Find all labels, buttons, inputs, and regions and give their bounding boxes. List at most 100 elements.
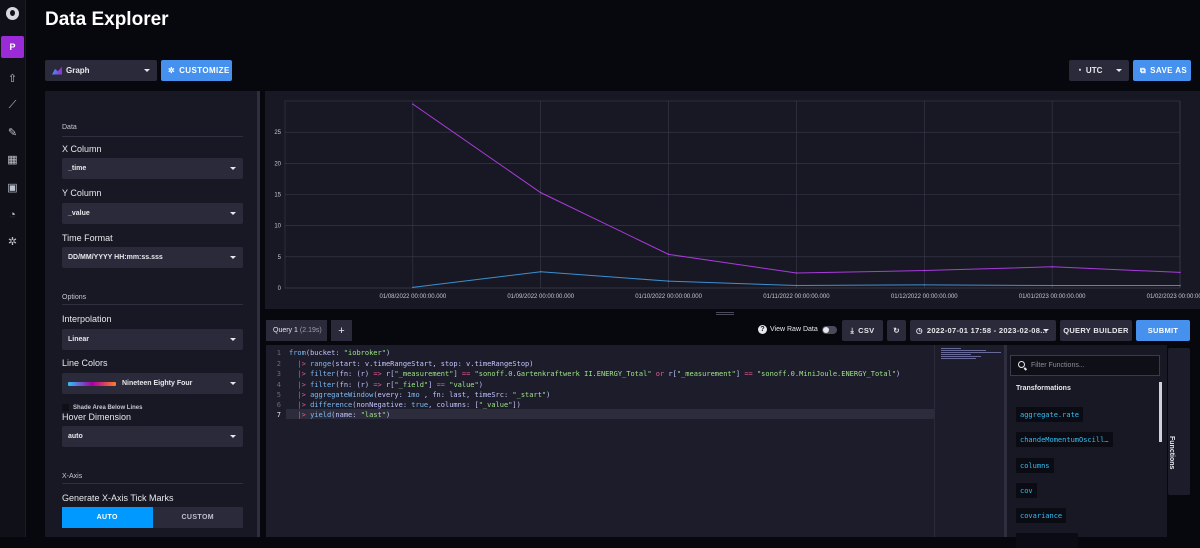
y-tick-label: 5 bbox=[278, 255, 282, 261]
filter-functions-input[interactable]: Filter Functions... bbox=[1010, 355, 1160, 376]
code-line: from(bucket: "iobroker") bbox=[289, 349, 391, 357]
time-range-dropdown[interactable]: ◷ 2022-07-01 17:58 - 2023-02-08... bbox=[910, 320, 1056, 341]
dashboard-icon[interactable]: ▦ bbox=[6, 153, 19, 166]
query-tab[interactable]: Query 1 (2.19s) bbox=[266, 320, 327, 341]
auto-toggle-button[interactable]: AUTO bbox=[62, 507, 153, 528]
customize-button[interactable]: ✲ CUSTOMIZE bbox=[161, 60, 232, 81]
save-as-button[interactable]: ⧉ SAVE AS bbox=[1133, 60, 1191, 81]
checkbox-box bbox=[62, 404, 69, 411]
custom-toggle-button[interactable]: CUSTOM bbox=[152, 507, 243, 528]
csv-button[interactable]: ⤓ CSV bbox=[842, 320, 883, 341]
functions-tab[interactable]: Functions bbox=[1168, 348, 1190, 495]
line-colors-dropdown[interactable]: Nineteen Eighty Four bbox=[62, 373, 243, 394]
time-format-value: DD/MM/YYYY HH:mm:ss.sss bbox=[68, 254, 163, 261]
submit-button[interactable]: SUBMIT bbox=[1136, 320, 1190, 341]
filter-functions-placeholder: Filter Functions... bbox=[1031, 362, 1085, 369]
options-section-heading: Options bbox=[62, 294, 87, 301]
editor-minimap[interactable] bbox=[934, 345, 1004, 537]
data-point bbox=[923, 284, 926, 286]
refresh-button[interactable]: ↻ bbox=[887, 320, 906, 341]
shade-area-checkbox[interactable]: Shade Area Below Lines bbox=[62, 404, 142, 411]
view-raw-data-toggle[interactable]: ? View Raw Data bbox=[758, 325, 837, 334]
customize-panel: Data X Column _time Y Column _value Time… bbox=[45, 91, 260, 537]
gear-icon: ✲ bbox=[168, 66, 176, 75]
page-title: Data Explorer bbox=[45, 9, 169, 30]
code-line: |> difference(nonNegative: true, columns… bbox=[297, 401, 521, 409]
nav-border bbox=[25, 0, 26, 537]
section-divider bbox=[62, 304, 243, 305]
add-query-button[interactable]: + bbox=[331, 320, 352, 341]
chevron-down-icon bbox=[230, 167, 236, 170]
graph-icon bbox=[52, 66, 62, 75]
interpolation-dropdown[interactable]: Linear bbox=[62, 329, 243, 350]
resize-handle[interactable] bbox=[716, 312, 734, 315]
query-tab-label: Query 1 bbox=[273, 327, 298, 334]
minimap-line bbox=[941, 348, 961, 349]
y-tick-label: 15 bbox=[274, 193, 281, 199]
y-column-dropdown[interactable]: _value bbox=[62, 203, 243, 224]
function-item[interactable]: chandeMomentumOscill… bbox=[1016, 432, 1113, 447]
org-avatar[interactable]: P bbox=[1, 36, 24, 58]
graph-panel: 01/08/2022 00:00:00.000 01/09/2022 00:00:… bbox=[265, 91, 1200, 309]
interpolation-label: Interpolation bbox=[62, 314, 112, 324]
minimap-line bbox=[941, 358, 976, 359]
x-tick-label: 01/12/2022 00:00:00.000 bbox=[891, 294, 958, 300]
panel-resize-handle[interactable] bbox=[258, 91, 260, 537]
toggle-switch[interactable] bbox=[821, 325, 837, 334]
line-number: 1 bbox=[276, 349, 281, 357]
logo-icon[interactable] bbox=[6, 7, 19, 20]
time-format-dropdown[interactable]: DD/MM/YYYY HH:mm:ss.sss bbox=[62, 247, 243, 268]
query-builder-button[interactable]: QUERY BUILDER bbox=[1060, 320, 1132, 341]
x-tick-label: 01/01/2023 00:00:00.000 bbox=[1019, 294, 1086, 300]
x-column-label: X Column bbox=[62, 144, 102, 154]
visualization-type-dropdown[interactable]: Graph bbox=[45, 60, 157, 81]
pin-icon: ⬝ bbox=[1079, 66, 1081, 74]
timezone-dropdown[interactable]: ⬝ UTC bbox=[1069, 60, 1129, 81]
bell-icon[interactable]: ◔ bbox=[6, 208, 19, 221]
gear-icon[interactable]: ✲ bbox=[6, 235, 19, 248]
transformations-heading: Transformations bbox=[1016, 385, 1071, 392]
time-range-label: 2022-07-01 17:58 - 2023-02-08... bbox=[926, 326, 1048, 335]
x-column-value: _time bbox=[68, 165, 87, 172]
flux-editor[interactable]: 1 2 3 4 5 6 7 from(bucket: "iobroker") |… bbox=[266, 345, 934, 537]
x-tick-label: 01/11/2022 00:00:00.000 bbox=[763, 294, 830, 300]
function-item[interactable]: aggregate.rate bbox=[1016, 407, 1084, 422]
interpolation-value: Linear bbox=[68, 336, 90, 343]
y-tick-label: 20 bbox=[274, 161, 281, 167]
function-item[interactable]: cov bbox=[1016, 483, 1037, 498]
data-point bbox=[667, 280, 670, 282]
refresh-icon: ↻ bbox=[893, 326, 900, 335]
code-line: |> filter(fn: (r) => r["_field"] == "val… bbox=[297, 381, 483, 389]
upload-icon[interactable]: ⇧ bbox=[6, 72, 19, 85]
hover-dimension-value: auto bbox=[68, 433, 83, 440]
y-tick-label: 25 bbox=[274, 130, 281, 136]
x-column-dropdown[interactable]: _time bbox=[62, 158, 243, 179]
help-icon: ? bbox=[758, 325, 767, 334]
hover-dimension-dropdown[interactable]: auto bbox=[62, 426, 243, 447]
function-item[interactable]: columns bbox=[1016, 458, 1054, 473]
minimap-line bbox=[941, 352, 1001, 353]
x-tick-label: 01/08/2022 00:00:00.000 bbox=[379, 294, 446, 300]
x-tick-label: 01/09/2022 00:00:00.000 bbox=[507, 294, 574, 300]
x-tick-label: 01/10/2022 00:00:00.000 bbox=[635, 294, 702, 300]
view-raw-data-label: View Raw Data bbox=[770, 326, 818, 333]
functions-scrollbar[interactable] bbox=[1159, 382, 1162, 442]
pencil-icon[interactable]: ✎ bbox=[6, 126, 19, 139]
code-line: |> range(start: v.timeRangeStart, stop: … bbox=[297, 360, 534, 368]
function-item[interactable]: covariance bbox=[1016, 508, 1067, 523]
y-tick-label: 0 bbox=[278, 286, 282, 292]
clock-icon: ◷ bbox=[916, 326, 923, 335]
chart-icon[interactable]: ⟋ bbox=[6, 99, 19, 112]
line-number: 6 bbox=[276, 401, 281, 409]
x-tick-label: 01/02/2023 00:00:00.000 bbox=[1147, 294, 1200, 300]
functions-panel: Filter Functions... Transformations aggr… bbox=[1007, 345, 1167, 548]
function-item[interactable] bbox=[1016, 533, 1078, 548]
data-point bbox=[795, 284, 798, 287]
x-axis-section-heading: X-Axis bbox=[62, 473, 83, 480]
data-point bbox=[539, 270, 542, 273]
calendar-icon[interactable]: ▣ bbox=[6, 181, 19, 194]
line-chart: 01/08/2022 00:00:00.000 01/09/2022 00:00:… bbox=[274, 100, 1200, 300]
csv-label: CSV bbox=[858, 326, 875, 335]
y-column-label: Y Column bbox=[62, 188, 102, 198]
query-tab-time: (2.19s) bbox=[299, 327, 322, 334]
